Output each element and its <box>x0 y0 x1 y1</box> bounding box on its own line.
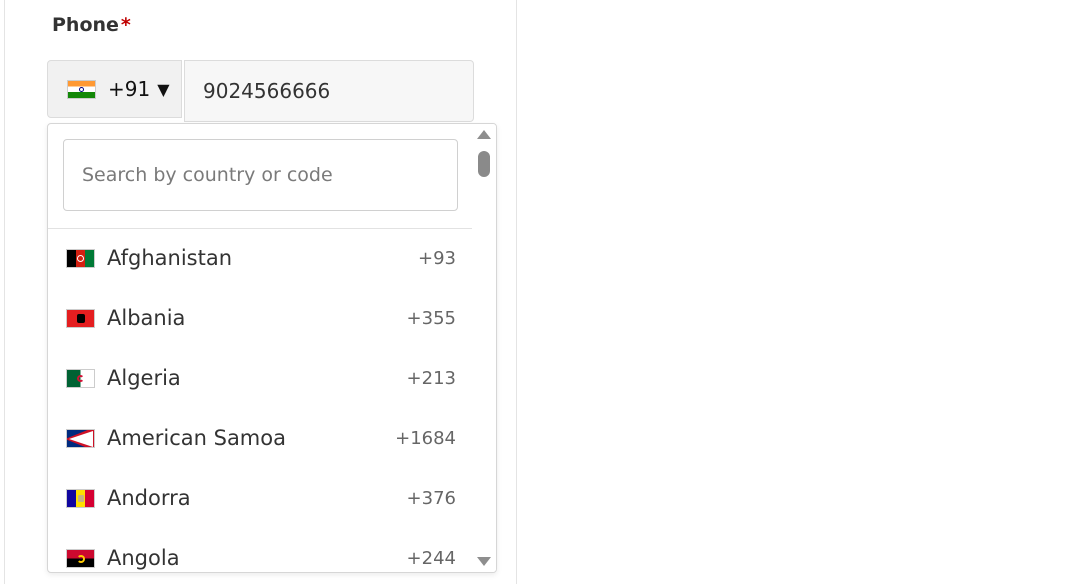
american-samoa-flag-icon <box>66 428 95 448</box>
country-search-input[interactable] <box>63 139 458 211</box>
phone-number-input[interactable] <box>184 60 474 122</box>
scrollbar-thumb[interactable] <box>478 151 490 177</box>
country-option-albania[interactable]: Albania +355 <box>48 288 473 348</box>
country-dial-code: +376 <box>406 487 456 509</box>
phone-label: Phone * <box>52 14 131 36</box>
country-option-andorra[interactable]: Andorra +376 <box>48 468 473 528</box>
country-name: American Samoa <box>107 426 286 450</box>
andorra-flag-icon <box>66 488 95 508</box>
country-dial-code: +355 <box>406 307 456 329</box>
country-option-afghanistan[interactable]: Afghanistan +93 <box>48 228 473 288</box>
search-container <box>48 124 473 229</box>
country-list: Afghanistan +93 Albania +355 Algeria +21… <box>48 228 473 572</box>
country-name: Angola <box>107 546 180 570</box>
dropdown-scrollbar[interactable] <box>472 124 496 572</box>
scroll-down-arrow-icon[interactable] <box>477 557 491 566</box>
algeria-flag-icon <box>66 368 95 388</box>
country-name: Afghanistan <box>107 246 233 270</box>
country-code-selector[interactable]: +91 ▼ <box>47 60 182 118</box>
afghanistan-flag-icon <box>66 248 95 268</box>
country-dial-code: +93 <box>418 247 456 269</box>
angola-flag-icon <box>66 548 95 568</box>
country-dial-code: +244 <box>406 547 456 569</box>
country-name: Algeria <box>107 366 181 390</box>
phone-label-text: Phone <box>52 14 119 36</box>
country-name: Albania <box>107 306 186 330</box>
country-dropdown: Afghanistan +93 Albania +355 Algeria +21… <box>47 123 497 573</box>
country-option-algeria[interactable]: Algeria +213 <box>48 348 473 408</box>
india-flag-icon <box>67 79 96 99</box>
country-name: Andorra <box>107 486 191 510</box>
scroll-up-arrow-icon[interactable] <box>477 130 491 139</box>
selected-dial-code: +91 <box>108 77 151 101</box>
required-marker: * <box>120 14 131 36</box>
country-option-american-samoa[interactable]: American Samoa +1684 <box>48 408 473 468</box>
country-dial-code: +1684 <box>395 427 456 449</box>
country-option-angola[interactable]: Angola +244 <box>48 528 473 572</box>
country-dial-code: +213 <box>406 367 456 389</box>
caret-down-icon: ▼ <box>157 79 170 99</box>
albania-flag-icon <box>66 308 95 328</box>
